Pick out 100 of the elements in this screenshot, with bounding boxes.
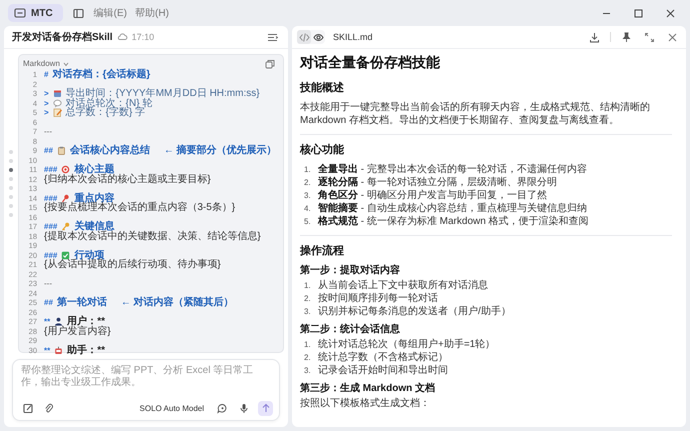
list-item: 统计对话总轮次（每组用户+助手=1轮）	[318, 338, 496, 351]
list-item: 格式规范 - 统一保存为标准 Markdown 格式，便于渲染和查阅	[318, 215, 589, 228]
document-title: 对话全量备份存档技能	[300, 53, 441, 71]
menu-item[interactable]: 帮助(H)	[135, 6, 169, 20]
navigation-dot[interactable]	[9, 186, 13, 190]
key-icon	[61, 222, 70, 232]
markdown-marker: >	[44, 89, 49, 98]
code-icon	[298, 32, 310, 42]
microphone-icon	[239, 402, 249, 414]
markdown-marker: ###	[44, 165, 58, 174]
navigation-dot[interactable]	[9, 150, 13, 154]
expand-icon	[644, 32, 655, 42]
code-comment: ← 对话内容（紧随其后）	[120, 298, 234, 308]
sidebar-icon	[72, 8, 84, 18]
code-text: ---	[44, 127, 52, 136]
app-tab[interactable]: MTC	[8, 4, 63, 22]
list-item: 按时间顺序排列每一轮对话	[318, 292, 438, 305]
paragraph: 本技能用于一键完整导出当前会话的所有聊天内容，生成格式规范、结构清晰的 Markdown 存档文档。导出的文档便于长期留存、查阅复盘与离线查看。	[300, 101, 651, 127]
list-item: 智能摘要 - 自动生成核心内容总结，重点梳理与关键信息归纳	[318, 202, 587, 215]
code-text: 关键信息	[74, 222, 114, 232]
paperclip-icon	[44, 402, 54, 414]
target-icon	[61, 165, 70, 174]
step-heading: 第三步：生成 Markdown 文档	[300, 382, 436, 395]
section-heading: 操作流程	[300, 244, 345, 258]
code-text: {从会话中提取的后续行动项、待办事项}	[44, 260, 221, 270]
list-number: 1.	[304, 280, 312, 292]
edit-icon	[23, 402, 33, 414]
code-text: ---	[44, 279, 52, 288]
code-text: 重点内容	[74, 194, 114, 203]
code-text: 用户：**	[67, 317, 106, 326]
list-number: 1.	[304, 339, 312, 351]
list-number: 2.	[304, 352, 312, 364]
file-name: SKILL.md	[333, 32, 373, 42]
speech-bubble-icon	[52, 98, 62, 108]
chat-title: 开发对话备份存档Skill	[12, 30, 113, 44]
model-selector[interactable]: SOLO Auto Model	[140, 404, 204, 412]
calendar-icon	[52, 89, 62, 98]
code-comment: ← 摘要部分（优先展示）	[164, 146, 277, 156]
list-number: 3.	[304, 365, 312, 377]
timestamp: 17:10	[132, 32, 154, 42]
markdown-marker: ###	[44, 222, 58, 231]
checkbox-icon	[61, 250, 70, 260]
copy-icon	[264, 58, 275, 68]
markdown-marker: ###	[44, 194, 58, 202]
navigation-dot[interactable]	[9, 204, 13, 208]
code-text: {提取本次会话中的关键数据、决策、结论等信息}	[44, 232, 261, 241]
code-text: 第一轮对话	[56, 298, 107, 308]
section-heading: 核心功能	[300, 143, 345, 157]
code-text: 导出时间：{YYYY年MM月DD日 HH:mm:ss}	[66, 89, 260, 98]
list-icon	[267, 32, 278, 42]
step-heading: 第二步：统计会话信息	[300, 323, 401, 336]
navigation-dot[interactable]	[9, 195, 13, 199]
robot-icon	[54, 346, 64, 355]
list-number: 2.	[304, 177, 312, 189]
paragraph: 按照以下模板格式生成文档：	[300, 397, 431, 410]
list-item: 从当前会话上下文中获取所有对话消息	[318, 279, 488, 292]
markdown-marker: ##	[44, 298, 53, 308]
markdown-marker: >	[44, 98, 49, 108]
list-item: 识别并标记每条消息的发送者（用户/助手）	[318, 305, 511, 318]
code-text: 总字数：{字数} 字	[66, 108, 146, 118]
code-text: {归纳本次会话的核心主题或主要目标}	[44, 174, 211, 184]
list-number: 3.	[304, 190, 312, 202]
markdown-marker: ###	[44, 250, 58, 260]
code-text: 助手：**	[67, 346, 106, 355]
list-number: 2.	[304, 293, 312, 305]
navigation-dot[interactable]	[9, 213, 13, 217]
list-number: 3.	[304, 306, 312, 318]
clipboard-icon	[56, 146, 66, 156]
send-button[interactable]	[258, 400, 273, 416]
memo-icon	[52, 108, 62, 118]
pushpin-icon	[61, 194, 70, 203]
code-text: 对话总轮次：{N} 轮	[66, 98, 152, 108]
code-text: {按要点梳理本次会话的重点内容（3-5条）}	[44, 203, 236, 212]
navigation-dot[interactable]	[9, 159, 13, 163]
code-text: 行动项	[74, 250, 104, 260]
markdown-marker: #	[44, 70, 48, 80]
list-item: 统计总字数（不含格式标记）	[318, 351, 448, 364]
markdown-marker: **	[44, 346, 50, 355]
markdown-marker: ##	[44, 146, 53, 156]
list-item: 全量导出 - 完整导出本次会话的每一轮对话，不遗漏任何内容	[318, 163, 587, 176]
markdown-marker: **	[44, 317, 50, 326]
language-label[interactable]: Markdown	[23, 59, 60, 68]
close-icon	[664, 8, 676, 18]
navigation-dot[interactable]	[9, 168, 13, 172]
window-icon	[14, 7, 26, 19]
code-text: 对话存档：{会话标题}	[52, 70, 150, 80]
markdown-marker: >	[44, 108, 49, 118]
pushpin-icon	[621, 32, 632, 42]
person-icon	[54, 317, 64, 326]
list-number: 4.	[304, 203, 312, 215]
caret-icon	[62, 60, 69, 66]
download-icon	[589, 32, 600, 42]
navigation-dot[interactable]	[9, 177, 13, 181]
list-item: 角色区分 - 明确区分用户发言与助手回复，一目了然	[318, 189, 547, 202]
maximize-icon	[632, 8, 644, 18]
chat-bubble-icon	[217, 402, 228, 414]
cloud-icon	[116, 32, 128, 42]
menu-item[interactable]: 编辑(E)	[94, 6, 128, 20]
section-heading: 技能概述	[300, 81, 345, 95]
eye-icon	[312, 32, 324, 42]
